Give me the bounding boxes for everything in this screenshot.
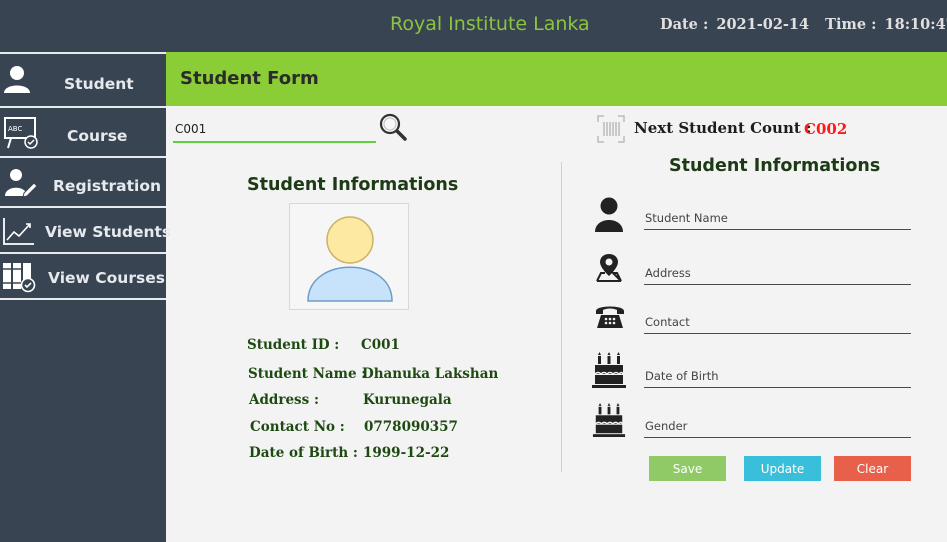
avatar-icon xyxy=(307,216,393,302)
student-name-field[interactable] xyxy=(644,206,911,230)
birthday-cake-icon xyxy=(592,403,626,437)
sidebar-item-view-courses[interactable]: View Courses xyxy=(0,252,166,298)
sidebar-item-label: Registration xyxy=(53,177,162,195)
location-pin-icon xyxy=(596,254,622,282)
address-value: Kurunegala xyxy=(363,392,452,408)
trend-chart-icon xyxy=(3,218,34,245)
sidebar-item-label: Student xyxy=(64,75,134,93)
dob-value: 1999-12-22 xyxy=(363,445,450,461)
save-button[interactable]: Save xyxy=(649,456,726,481)
page-title: Student Form xyxy=(180,68,319,89)
contact-value: 0778090357 xyxy=(364,419,458,435)
sidebar-item-course[interactable]: ABC Course xyxy=(0,106,166,156)
sidebar-item-label: View Courses xyxy=(48,269,165,287)
svg-text:ABC: ABC xyxy=(8,125,22,133)
date-label: Date : xyxy=(660,16,709,33)
top-bar: Royal Institute Lanka Date : 2021-02-14 … xyxy=(0,0,947,52)
student-name-label: Student Name : xyxy=(248,366,367,382)
student-id-label: Student ID : xyxy=(247,337,340,353)
panel-divider xyxy=(561,162,562,472)
search-icon[interactable] xyxy=(378,112,408,142)
person-icon xyxy=(595,197,623,232)
contact-field[interactable] xyxy=(644,310,911,334)
clear-button[interactable]: Clear xyxy=(834,456,911,481)
time-label: Time : xyxy=(825,16,877,33)
sidebar-item-registration[interactable]: Registration xyxy=(0,156,166,206)
sidebar: Student ABC Course Registration View Stu… xyxy=(0,52,171,542)
dob-label: Date of Birth : xyxy=(249,445,358,461)
books-icon xyxy=(3,263,36,293)
address-field[interactable] xyxy=(644,261,911,285)
student-id-value: C001 xyxy=(361,337,400,353)
telephone-icon xyxy=(596,306,624,328)
sidebar-item-view-students[interactable]: View Students xyxy=(0,206,171,252)
form-header: Student Form xyxy=(166,52,947,106)
sidebar-divider xyxy=(0,298,166,300)
next-student-count-value: C002 xyxy=(804,120,848,138)
app-title: Royal Institute Lanka xyxy=(390,13,590,35)
sidebar-item-label: Course xyxy=(67,127,128,145)
student-name-value: Dhanuka Lakshan xyxy=(362,366,499,382)
registration-icon xyxy=(5,169,38,198)
gender-field[interactable] xyxy=(644,414,911,438)
birthday-cake-icon xyxy=(592,352,626,388)
student-info-heading: Student Informations xyxy=(247,175,459,195)
sidebar-item-student[interactable]: Student xyxy=(0,52,166,100)
dob-field[interactable] xyxy=(644,364,911,388)
date-time: Date : 2021-02-14 Time : 18:10:47.143 xyxy=(660,16,947,33)
course-board-icon: ABC xyxy=(4,117,38,149)
time-value: 18:10:47.143 xyxy=(884,16,947,33)
barcode-scan-icon xyxy=(597,115,625,143)
date-value: 2021-02-14 xyxy=(716,16,810,33)
next-student-count-label: Next Student Count : xyxy=(634,119,812,137)
search-input[interactable] xyxy=(173,117,376,143)
student-icon xyxy=(4,66,30,93)
student-photo xyxy=(289,203,409,310)
update-button[interactable]: Update xyxy=(744,456,821,481)
address-label: Address : xyxy=(249,392,319,408)
sidebar-item-label: View Students xyxy=(45,223,172,241)
form-heading: Student Informations xyxy=(669,156,881,176)
contact-label: Contact No : xyxy=(250,419,345,435)
